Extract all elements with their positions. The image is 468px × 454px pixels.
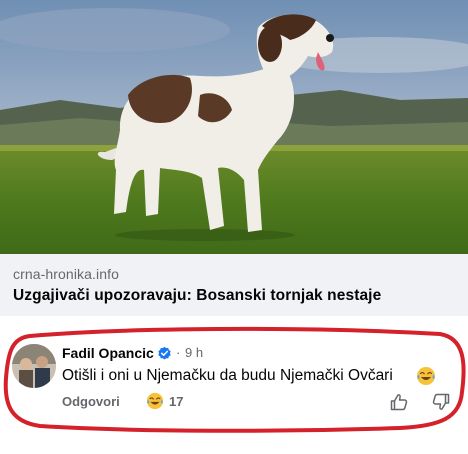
thumbs-up-icon[interactable] [389,392,409,412]
separator-dot: · [176,345,181,360]
link-preview-image[interactable] [0,0,468,254]
link-preview-meta [0,254,468,316]
link-domain[interactable]: crna-hronika.info [13,266,119,282]
avatar[interactable] [12,344,56,388]
comment-time[interactable]: 9 h [185,345,203,360]
reply-button[interactable]: Odgovori [62,394,120,409]
comment [0,322,468,454]
comment-author[interactable]: Fadil Opancic [62,345,154,361]
link-title[interactable]: Uzgajivači upozoravaju: Bosanski tornjak… [13,287,381,305]
link-preview-card[interactable]: crna-hronika.info Uzgajivači upozoravaju… [0,0,468,322]
reaction-laugh-icon[interactable] [146,392,164,410]
verified-badge-icon [158,346,171,360]
reaction-count[interactable]: 17 [169,394,183,409]
thumbs-down-icon[interactable] [431,392,451,412]
comment-text: Otišli i oni u Njemačku da budu Njemački… [62,367,393,384]
laughing-tears-emoji-icon [417,367,435,385]
dog-photo [0,0,468,254]
